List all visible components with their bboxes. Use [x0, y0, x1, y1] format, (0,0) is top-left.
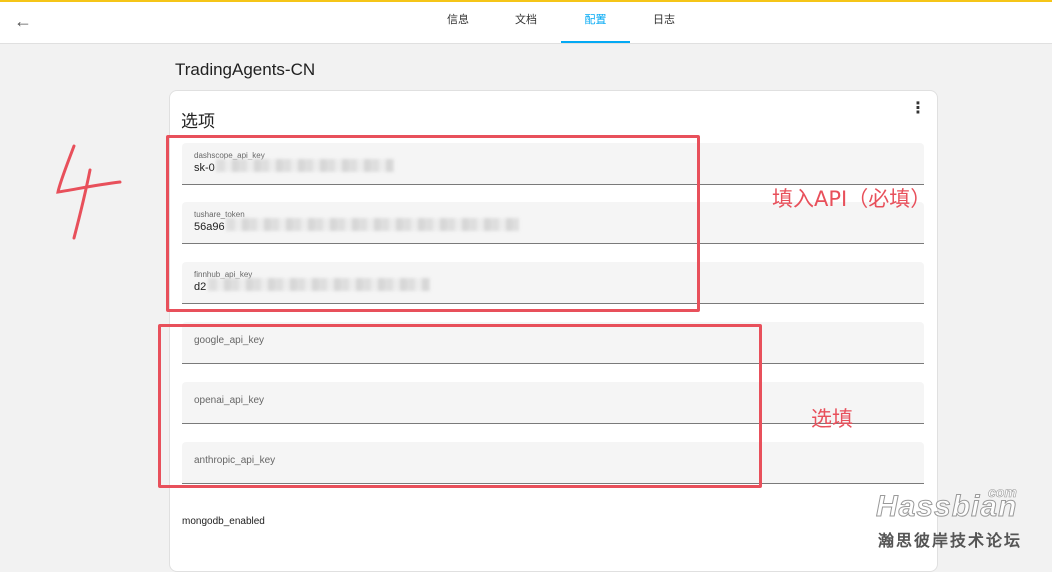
watermark-domain: com	[988, 484, 1017, 501]
required-annotation: 填入API（必填）	[772, 187, 932, 211]
arrow-left-icon[interactable]: ←	[12, 10, 34, 32]
top-navigation-bar: ← 信息 文档 配置 日志	[0, 2, 1052, 44]
tab-docs[interactable]: 文档	[508, 2, 544, 43]
handwritten-step-number	[56, 144, 122, 240]
card-title: 选项	[181, 112, 215, 131]
optional-keys-highlight-box	[158, 324, 762, 488]
watermark-forum-name: 瀚思彼岸技术论坛	[878, 533, 1023, 550]
tab-info[interactable]: 信息	[440, 2, 476, 43]
required-keys-highlight-box	[166, 135, 700, 312]
mongodb-enabled-label: mongodb_enabled	[182, 516, 265, 527]
tab-configuration[interactable]: 配置	[561, 2, 630, 43]
tab-log[interactable]: 日志	[646, 2, 682, 43]
optional-annotation: 选填	[811, 407, 853, 431]
addon-title: TradingAgents-CN	[175, 60, 316, 79]
more-vertical-icon[interactable]: ⋮	[908, 100, 928, 120]
